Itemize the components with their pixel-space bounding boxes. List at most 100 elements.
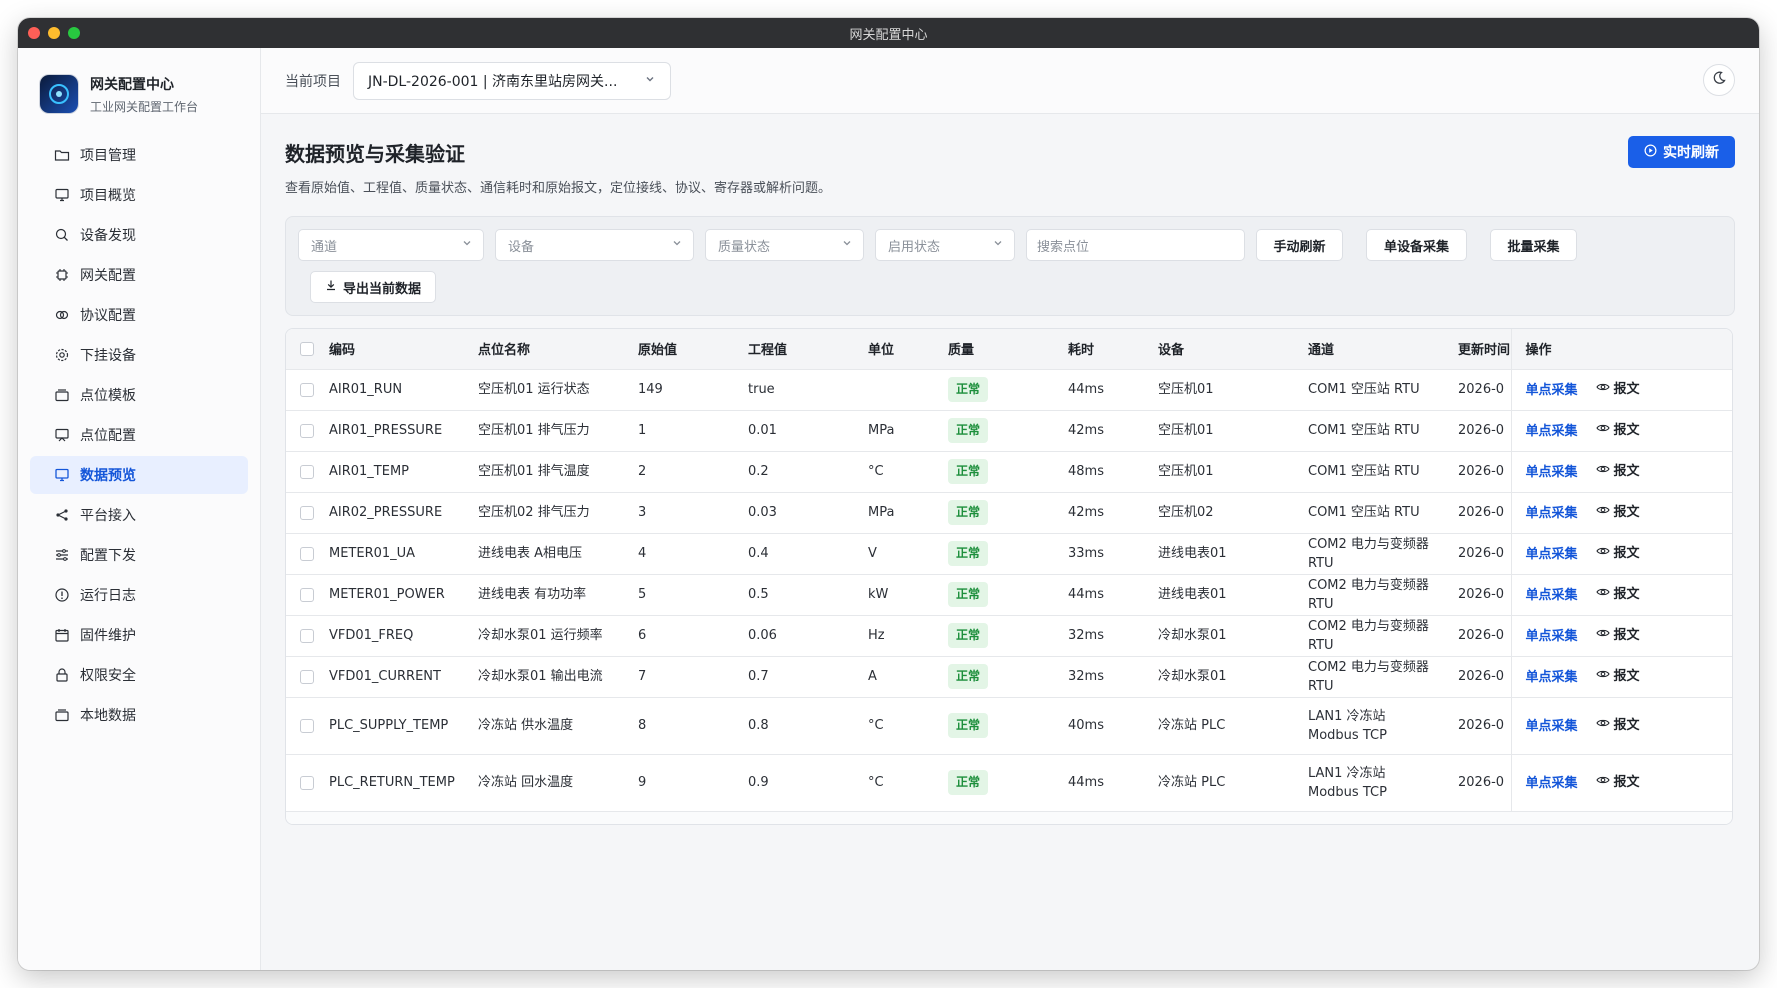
view-message-label: 报文 bbox=[1613, 546, 1640, 561]
top-bar: 当前项目 JN-DL-2026-001 | 济南东里站房网关... bbox=[261, 48, 1759, 114]
sidebar-item-9[interactable]: 数据预览 bbox=[30, 456, 248, 494]
channel-select[interactable]: 通道 bbox=[298, 229, 484, 261]
window-controls bbox=[28, 27, 80, 39]
col-header-device[interactable]: 设备 bbox=[1158, 329, 1308, 370]
export-label: 导出当前数据 bbox=[343, 281, 422, 297]
sidebar-item-7[interactable]: 点位模板 bbox=[30, 376, 248, 414]
sidebar-item-label: 运行日志 bbox=[80, 588, 136, 604]
row-checkbox[interactable] bbox=[300, 546, 314, 561]
row-checkbox[interactable] bbox=[300, 628, 314, 643]
sidebar-item-11[interactable]: 配置下发 bbox=[30, 536, 248, 574]
sidebar-item-6[interactable]: 下挂设备 bbox=[30, 336, 248, 374]
view-message-button[interactable]: 报文 bbox=[1595, 503, 1640, 523]
sidebar-item-2[interactable]: 项目概览 bbox=[30, 176, 248, 214]
view-message-button[interactable]: 报文 bbox=[1595, 585, 1640, 605]
col-header-updated[interactable]: 更新时间 bbox=[1458, 329, 1511, 370]
select-all-checkbox[interactable] bbox=[300, 341, 314, 356]
sidebar-item-15[interactable]: 本地数据 bbox=[30, 696, 248, 734]
sidebar-item-14[interactable]: 权限安全 bbox=[30, 656, 248, 694]
table-row[interactable]: AIR01_TEMP 空压机01 排气温度 2 0.2 °C 正常 48ms 空压机01 COM… bbox=[286, 451, 1732, 493]
row-checkbox[interactable] bbox=[300, 775, 314, 790]
sidebar-item-10[interactable]: 平台接入 bbox=[30, 496, 248, 534]
table-row[interactable]: METER01_UA 进线电表 A相电压 4 0.4 V 正常 33ms 进线电表01 COM2… bbox=[286, 533, 1732, 575]
export-button[interactable]: 导出当前数据 bbox=[310, 271, 437, 303]
close-window-button[interactable] bbox=[28, 27, 40, 39]
enabled-select[interactable]: 启用状态 bbox=[875, 229, 1015, 261]
cell-unit bbox=[868, 369, 948, 411]
sidebar-item-3[interactable]: 设备发现 bbox=[30, 216, 248, 254]
col-header-quality[interactable]: 质量 bbox=[948, 329, 1068, 370]
row-checkbox[interactable] bbox=[300, 505, 314, 520]
project-select[interactable]: JN-DL-2026-001 | 济南东里站房网关... bbox=[353, 61, 671, 100]
cell-updated: 2026-0 bbox=[1458, 492, 1511, 534]
row-checkbox[interactable] bbox=[300, 423, 314, 438]
single-collect-link[interactable]: 单点采集 bbox=[1526, 424, 1578, 439]
row-checkbox[interactable] bbox=[300, 669, 314, 684]
single-collect-link[interactable]: 单点采集 bbox=[1526, 776, 1578, 791]
table-row[interactable]: AIR01_PRESSURE 空压机01 排气压力 1 0.01 MPa 正常 42ms 空压… bbox=[286, 410, 1732, 452]
row-checkbox[interactable] bbox=[300, 718, 314, 733]
batch-collect-button[interactable]: 批量采集 bbox=[1490, 229, 1577, 261]
table-row[interactable]: PLC_RETURN_TEMP 冷冻站 回水温度 9 0.9 °C 正常 44ms 冷冻站 P… bbox=[286, 754, 1732, 812]
live-refresh-button[interactable]: 实时刷新 bbox=[1628, 136, 1735, 168]
view-message-button[interactable]: 报文 bbox=[1595, 626, 1640, 646]
view-message-button[interactable]: 报文 bbox=[1595, 380, 1640, 400]
single-collect-link[interactable]: 单点采集 bbox=[1526, 588, 1578, 603]
theme-toggle-button[interactable] bbox=[1703, 64, 1735, 96]
single-collect-link[interactable]: 单点采集 bbox=[1526, 547, 1578, 562]
view-message-button[interactable]: 报文 bbox=[1595, 421, 1640, 441]
chevron-down-icon bbox=[841, 237, 853, 253]
sidebar-item-5[interactable]: 协议配置 bbox=[30, 296, 248, 334]
single-collect-link[interactable]: 单点采集 bbox=[1526, 465, 1578, 480]
sidebar-item-8[interactable]: 点位配置 bbox=[30, 416, 248, 454]
view-message-button[interactable]: 报文 bbox=[1595, 462, 1640, 482]
view-message-button[interactable]: 报文 bbox=[1595, 773, 1640, 793]
row-checkbox[interactable] bbox=[300, 464, 314, 479]
single-collect-link[interactable]: 单点采集 bbox=[1526, 506, 1578, 521]
view-message-button[interactable]: 报文 bbox=[1595, 716, 1640, 736]
col-header-code[interactable]: 编码 bbox=[329, 329, 478, 370]
row-checkbox[interactable] bbox=[300, 382, 314, 397]
single-device-collect-button[interactable]: 单设备采集 bbox=[1366, 229, 1467, 261]
table-row[interactable]: VFD01_FREQ 冷却水泵01 运行频率 6 0.06 Hz 正常 32ms 冷却水泵01… bbox=[286, 615, 1732, 657]
sidebar-item-label: 下挂设备 bbox=[80, 348, 136, 364]
cell-code-text: METER01_POWER bbox=[329, 587, 445, 602]
col-header-raw[interactable]: 原始值 bbox=[638, 329, 748, 370]
single-collect-link[interactable]: 单点采集 bbox=[1526, 629, 1578, 644]
zoom-window-button[interactable] bbox=[68, 27, 80, 39]
col-header-latency[interactable]: 耗时 bbox=[1068, 329, 1158, 370]
cell-code: VFD01_FREQ bbox=[329, 615, 478, 657]
minimize-window-button[interactable] bbox=[48, 27, 60, 39]
quality-select[interactable]: 质量状态 bbox=[705, 229, 864, 261]
single-collect-link[interactable]: 单点采集 bbox=[1526, 719, 1578, 734]
cell-raw: 3 bbox=[638, 492, 748, 534]
col-header-unit[interactable]: 单位 bbox=[868, 329, 948, 370]
col-header-eng[interactable]: 工程值 bbox=[748, 329, 868, 370]
cell-actions: 单点采集 报文 bbox=[1510, 369, 1732, 411]
sidebar-item-label: 点位配置 bbox=[80, 428, 136, 444]
table-row[interactable]: VFD01_CURRENT 冷却水泵01 输出电流 7 0.7 A 正常 32ms 冷却水泵0… bbox=[286, 656, 1732, 698]
single-collect-link[interactable]: 单点采集 bbox=[1526, 670, 1578, 685]
single-collect-link[interactable]: 单点采集 bbox=[1526, 383, 1578, 398]
table-row[interactable]: AIR01_RUN 空压机01 运行状态 149 true 正常 44ms 空压机01 COM… bbox=[286, 369, 1732, 411]
table-row[interactable]: PLC_SUPPLY_TEMP 冷冻站 供水温度 8 0.8 °C 正常 40ms 冷冻站 P… bbox=[286, 697, 1732, 755]
cell-raw: 8 bbox=[638, 697, 748, 755]
sidebar-item-1[interactable]: 项目管理 bbox=[30, 136, 248, 174]
table-row[interactable]: AIR02_PRESSURE 空压机02 排气压力 3 0.03 MPa 正常 42ms 空压… bbox=[286, 492, 1732, 534]
row-checkbox[interactable] bbox=[300, 587, 314, 602]
view-message-button[interactable]: 报文 bbox=[1595, 667, 1640, 687]
table-row[interactable]: METER01_POWER 进线电表 有功功率 5 0.5 kW 正常 44ms 进线电表01… bbox=[286, 574, 1732, 616]
point-search-input[interactable]: 搜索点位 bbox=[1026, 229, 1245, 261]
manual-refresh-button[interactable]: 手动刷新 bbox=[1256, 229, 1343, 261]
sidebar-item-12[interactable]: 运行日志 bbox=[30, 576, 248, 614]
device-select[interactable]: 设备 bbox=[495, 229, 694, 261]
sidebar-item-13[interactable]: 固件维护 bbox=[30, 616, 248, 654]
cell-name: 空压机01 排气温度 bbox=[478, 451, 638, 493]
cell-eng: 0.8 bbox=[748, 697, 868, 755]
col-header-channel[interactable]: 通道 bbox=[1308, 329, 1458, 370]
cell-updated: 2026-0 bbox=[1458, 615, 1511, 657]
sidebar-item-4[interactable]: 网关配置 bbox=[30, 256, 248, 294]
cell-eng: 0.2 bbox=[748, 451, 868, 493]
view-message-button[interactable]: 报文 bbox=[1595, 544, 1640, 564]
col-header-name[interactable]: 点位名称 bbox=[478, 329, 638, 370]
